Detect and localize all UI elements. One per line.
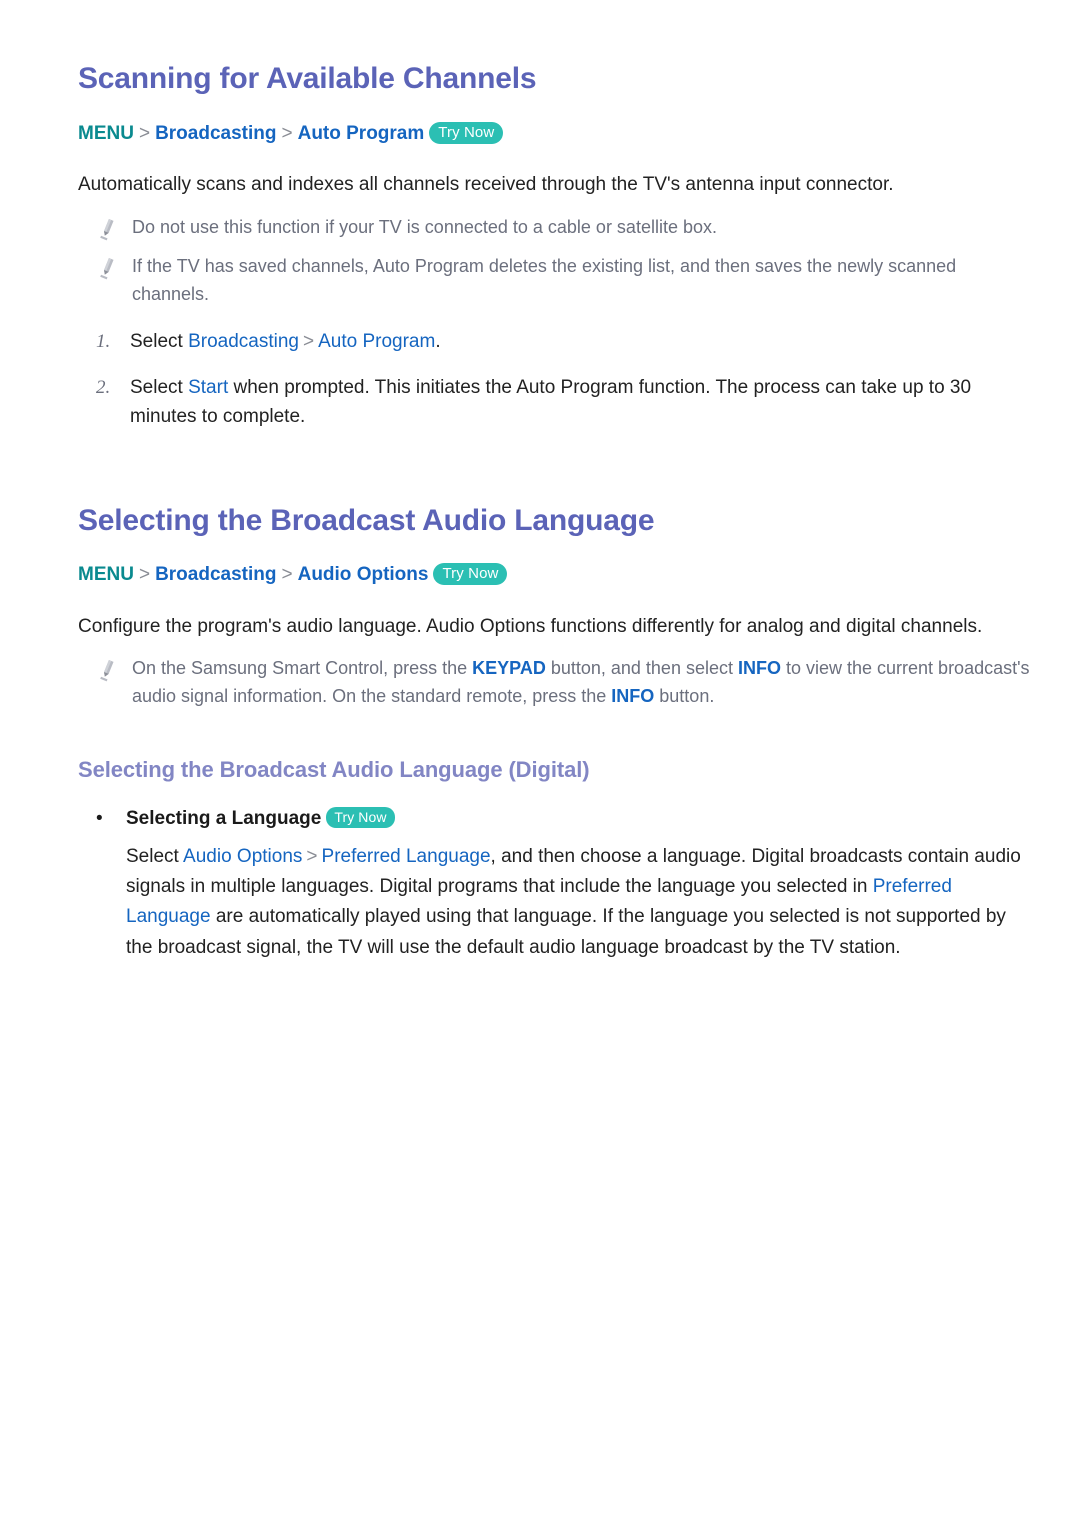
bullet-label-text: Selecting a Language: [126, 808, 322, 830]
subsection-title-digital: Selecting the Broadcast Audio Language (…: [78, 756, 590, 782]
list-item: 1. Select Broadcasting > Auto Program.: [96, 327, 1038, 356]
note-part: On the Samsung Smart Control, press the: [132, 658, 473, 679]
pencil-icon: [96, 658, 118, 682]
section-title-audio-language: Selecting the Broadcast Audio Language: [78, 503, 655, 537]
subsection-body-paragraph: Select Audio Options > Preferred Language,…: [126, 842, 1026, 964]
bullet-list: • Selecting a Language Try Now: [78, 804, 1038, 833]
arrow-separator-icon: >: [306, 845, 318, 867]
note-text: Do not use this function if your TV is c…: [132, 216, 717, 237]
step-prefix: Select: [130, 331, 189, 353]
note-row: Do not use this function if your TV is c…: [78, 214, 1038, 242]
intro-paragraph-scanning: Automatically scans and indexes all chan…: [78, 174, 894, 196]
link-audio-options[interactable]: Audio Options: [183, 846, 302, 867]
link-auto-program[interactable]: Auto Program: [318, 331, 435, 352]
link-preferred-language[interactable]: Preferred Language: [322, 846, 491, 867]
step-suffix: .: [435, 331, 441, 353]
menu-breadcrumb-audio: MENU > Broadcasting > Audio Options Try Now: [78, 561, 1038, 590]
try-now-badge[interactable]: Try Now: [433, 563, 508, 586]
step-text: Select Start when prompted. This initiat…: [130, 373, 1035, 432]
menu-item-broadcasting[interactable]: Broadcasting: [155, 564, 276, 585]
try-now-badge[interactable]: Try Now: [429, 121, 504, 144]
note-row: If the TV has saved channels, Auto Progr…: [78, 253, 1038, 309]
menu-root-label: MENU: [78, 122, 134, 144]
arrow-separator-icon: >: [303, 331, 315, 353]
bullet-marker-icon: •: [96, 808, 103, 830]
try-now-badge[interactable]: Try Now: [326, 807, 395, 829]
step-prefix: Select: [130, 376, 189, 398]
note-row: On the Samsung Smart Control, press the …: [78, 655, 1038, 711]
breadcrumb-separator-icon: >: [138, 122, 151, 144]
subsection-spacer: [78, 723, 1038, 757]
breadcrumb-separator-icon: >: [281, 564, 293, 586]
link-start[interactable]: Start: [188, 377, 228, 398]
breadcrumb-separator-icon: >: [138, 564, 151, 586]
list-item: • Selecting a Language Try Now: [96, 804, 1038, 833]
link-broadcasting[interactable]: Broadcasting: [188, 331, 299, 352]
note-part: button, and then select: [545, 658, 738, 679]
menu-item-auto-program[interactable]: Auto Program: [298, 123, 425, 144]
step-number: 1.: [96, 331, 111, 353]
intro-paragraph-audio: Configure the program's audio language. …: [78, 615, 983, 637]
key-info[interactable]: INFO: [738, 658, 781, 678]
bullet-label: Selecting a Language Try Now: [126, 804, 395, 833]
numbered-steps-list: 1. Select Broadcasting > Auto Program. 2. …: [78, 327, 1038, 431]
document-page: Scanning for Available Channels MENU > Bro…: [0, 0, 1080, 1527]
page-title: Scanning for Available Channels: [78, 62, 537, 95]
key-keypad[interactable]: KEYPAD: [472, 658, 546, 678]
pencil-icon: [96, 217, 118, 241]
body-part: are automatically played using that lang…: [126, 906, 1006, 958]
menu-root-label: MENU: [78, 564, 134, 586]
menu-breadcrumb-scanning: MENU > Broadcasting > Auto Program Try Now: [78, 120, 1038, 149]
pencil-icon: [96, 256, 118, 280]
body-part: Select: [126, 845, 184, 867]
step-text: Select Broadcasting > Auto Program.: [130, 327, 441, 356]
key-info[interactable]: INFO: [611, 686, 654, 706]
note-part: button.: [654, 685, 715, 706]
list-item: 2. Select Start when prompted. This init…: [96, 373, 1038, 432]
step-suffix: when prompted. This initiates the Auto P…: [130, 376, 972, 428]
menu-item-audio-options[interactable]: Audio Options: [298, 564, 429, 585]
breadcrumb-separator-icon: >: [281, 122, 293, 144]
menu-item-broadcasting[interactable]: Broadcasting: [155, 123, 276, 144]
step-number: 2.: [96, 376, 111, 398]
note-text: If the TV has saved channels, Auto Progr…: [132, 256, 957, 305]
note-text: On the Samsung Smart Control, press the …: [132, 655, 1037, 711]
